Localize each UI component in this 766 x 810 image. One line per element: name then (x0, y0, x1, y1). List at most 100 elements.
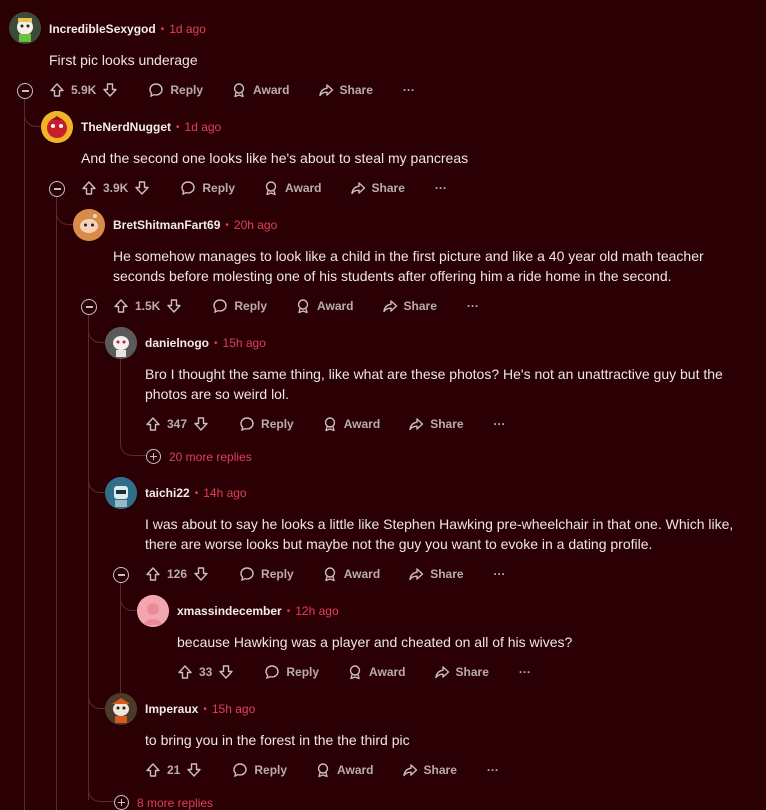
more-options-button[interactable]: ··· (435, 181, 447, 195)
collapse-button[interactable] (49, 181, 65, 197)
more-replies-link[interactable]: 8 more replies (114, 795, 213, 810)
award-label: Award (253, 83, 290, 97)
upvote-icon[interactable] (81, 180, 97, 196)
comment-body: First pic looks underage (49, 52, 198, 68)
comment-body: Bro I thought the same thing, like what … (145, 366, 723, 402)
timestamp[interactable]: 14h ago (203, 486, 246, 500)
thread-line (56, 196, 57, 810)
more-options-icon: ··· (434, 181, 447, 195)
avatar[interactable] (105, 693, 137, 725)
collapse-button[interactable] (81, 299, 97, 315)
more-options-button[interactable]: ··· (519, 665, 531, 679)
username[interactable]: TheNerdNugget (81, 120, 171, 134)
expand-plus-icon (114, 795, 129, 810)
reply-button[interactable]: Reply (239, 416, 294, 432)
comment-actions: 1.5K Reply Award Share ··· (113, 295, 479, 317)
reply-label: Reply (170, 83, 204, 97)
more-options-button[interactable]: ··· (403, 83, 415, 97)
reply-button[interactable]: Reply (212, 298, 267, 314)
upvote-icon[interactable] (145, 416, 161, 432)
more-options-button[interactable]: ··· (467, 299, 479, 313)
avatar[interactable] (137, 595, 169, 627)
collapse-button[interactable] (17, 83, 33, 99)
share-button[interactable]: Share (350, 180, 405, 196)
share-icon (318, 84, 333, 97)
share-button[interactable]: Share (318, 82, 373, 98)
timestamp[interactable]: 20h ago (234, 218, 277, 232)
timestamp[interactable]: 15h ago (223, 336, 266, 350)
award-button[interactable]: Award (315, 762, 374, 778)
avatar[interactable] (105, 477, 137, 509)
reply-button[interactable]: Reply (232, 762, 287, 778)
separator-dot: • (160, 23, 165, 35)
downvote-icon[interactable] (218, 664, 234, 680)
downvote-icon[interactable] (166, 298, 182, 314)
upvote-icon[interactable] (49, 82, 65, 98)
award-button[interactable]: Award (263, 180, 322, 196)
share-button[interactable]: Share (402, 762, 457, 778)
upvote-icon[interactable] (145, 566, 161, 582)
timestamp[interactable]: 1d ago (185, 120, 222, 134)
collapse-button[interactable] (113, 567, 129, 583)
more-options-icon: ··· (486, 763, 499, 777)
avatar[interactable] (41, 111, 73, 143)
comment-meta: xmassindecember • 12h ago (177, 602, 339, 620)
more-options-icon: ··· (493, 567, 506, 581)
username[interactable]: IncredibleSexygod (49, 22, 156, 36)
timestamp[interactable]: 12h ago (295, 604, 338, 618)
downvote-icon[interactable] (102, 82, 118, 98)
more-options-button[interactable]: ··· (494, 567, 506, 581)
award-label: Award (285, 181, 322, 195)
username[interactable]: danielnogo (145, 336, 209, 350)
timestamp[interactable]: 1d ago (169, 22, 206, 36)
username[interactable]: taichi22 (145, 486, 190, 500)
timestamp[interactable]: 15h ago (212, 702, 255, 716)
upvote-icon[interactable] (113, 298, 129, 314)
thread-elbow (88, 314, 106, 343)
username[interactable]: BretShitmanFart69 (113, 218, 220, 232)
comment-actions: 347 Reply Award Share ··· (145, 413, 506, 435)
score: 3.9K (103, 181, 129, 195)
score: 126 (167, 567, 188, 581)
award-button[interactable]: Award (322, 416, 380, 432)
upvote-icon[interactable] (177, 664, 193, 680)
award-icon (349, 665, 361, 680)
downvote-icon[interactable] (193, 416, 209, 432)
award-label: Award (337, 763, 374, 777)
award-button[interactable]: Award (322, 566, 380, 582)
downvote-icon[interactable] (193, 566, 209, 582)
comment-body: And the second one looks like he's about… (81, 150, 469, 166)
comment-actions: 3.9K Reply Award Share ··· (81, 177, 447, 199)
award-button[interactable]: Award (295, 298, 354, 314)
avatar[interactable] (9, 12, 41, 44)
share-button[interactable]: Share (434, 664, 489, 680)
username[interactable]: xmassindecember (177, 604, 282, 618)
separator-dot: • (194, 487, 199, 499)
downvote-icon[interactable] (186, 762, 202, 778)
more-options-button[interactable]: ··· (494, 417, 506, 431)
vote-group: 33 (177, 664, 234, 680)
award-label: Award (369, 665, 406, 679)
avatar[interactable] (73, 209, 105, 241)
reply-label: Reply (234, 299, 268, 313)
comment-actions: 21 Reply Award Share ··· (145, 759, 499, 781)
award-button[interactable]: Award (347, 664, 406, 680)
downvote-icon[interactable] (134, 180, 150, 196)
reply-button[interactable]: Reply (239, 566, 294, 582)
award-button[interactable]: Award (231, 82, 290, 98)
reply-button[interactable]: Reply (264, 664, 319, 680)
award-icon (265, 181, 277, 196)
share-button[interactable]: Share (408, 416, 464, 432)
comment-bubble-icon (213, 299, 228, 314)
username[interactable]: Imperaux (145, 702, 198, 716)
reply-button[interactable]: Reply (180, 180, 235, 196)
more-options-button[interactable]: ··· (487, 763, 499, 777)
more-options-icon: ··· (466, 299, 479, 313)
upvote-icon[interactable] (145, 762, 161, 778)
share-button[interactable]: Share (382, 298, 437, 314)
share-button[interactable]: Share (408, 566, 464, 582)
reply-button[interactable]: Reply (148, 82, 203, 98)
score: 347 (167, 417, 188, 431)
more-replies-link[interactable]: 20 more replies (146, 449, 252, 464)
avatar[interactable] (105, 327, 137, 359)
